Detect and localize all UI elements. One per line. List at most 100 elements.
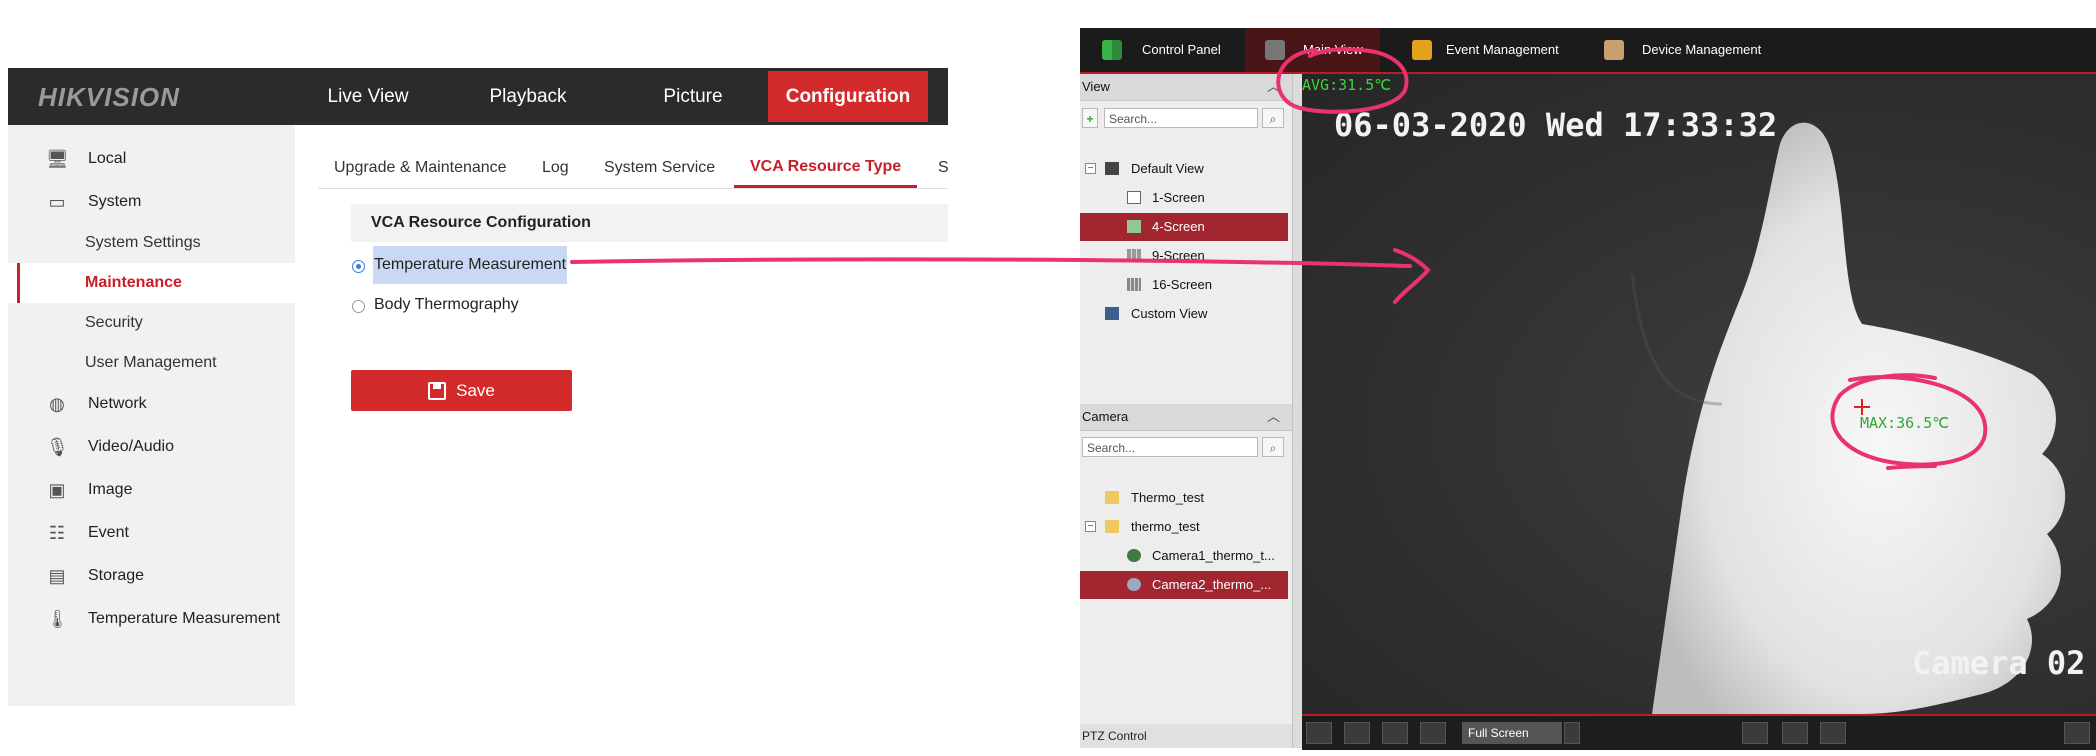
tree-item-label: 9-Screen bbox=[1152, 248, 1205, 263]
sidebar-item-label: System bbox=[88, 193, 142, 210]
control-panel-icon bbox=[1102, 40, 1122, 60]
window-division-icon[interactable] bbox=[1344, 722, 1370, 744]
sidebar-item-label: Network bbox=[88, 395, 147, 412]
nav-playback[interactable]: Playback bbox=[448, 68, 608, 125]
sidebar: 🖥 Local ▭ System System Settings Mainten… bbox=[8, 125, 295, 706]
sidebar-item-maintenance[interactable]: Maintenance bbox=[8, 263, 295, 303]
sidebar-item-label: User Management bbox=[85, 354, 217, 371]
sidebar-item-label: Image bbox=[88, 481, 133, 498]
tree-item-custom-view[interactable]: Custom View bbox=[1080, 300, 1292, 328]
tree-item-4-screen[interactable]: 4-Screen bbox=[1080, 213, 1288, 241]
refresh-icon[interactable] bbox=[1742, 722, 1768, 744]
tree-item-label: 1-Screen bbox=[1152, 190, 1205, 205]
tab-label: Main View bbox=[1303, 42, 1363, 57]
tree-item-camera1[interactable]: Camera1_thermo_t... bbox=[1080, 542, 1292, 570]
sidebar-item-image[interactable]: ▣ Image bbox=[8, 470, 295, 510]
save-button-label: Save bbox=[456, 381, 495, 400]
sidebar-item-label: Security bbox=[85, 314, 143, 331]
ptz-control-header[interactable]: PTZ Control bbox=[1080, 724, 1292, 748]
sidebar-item-label: Temperature Measurement bbox=[88, 610, 281, 627]
section-title-text: VCA Resource Configuration bbox=[371, 214, 591, 231]
stop-all-icon[interactable] bbox=[1382, 722, 1408, 744]
one-screen-icon bbox=[1127, 191, 1141, 204]
tree-item-default-view[interactable]: Default View bbox=[1080, 155, 1292, 183]
tree-item-label: thermo_test bbox=[1131, 519, 1200, 534]
tree-item-16-screen[interactable]: 16-Screen bbox=[1080, 271, 1292, 299]
tree-item-label: Camera2_thermo_... bbox=[1152, 577, 1272, 592]
camera-panel-header[interactable]: Camera ︿ bbox=[1080, 404, 1292, 431]
search-icon[interactable]: ⌕ bbox=[1262, 108, 1284, 128]
folder-icon bbox=[1412, 40, 1432, 60]
tab-label: Device Management bbox=[1642, 42, 1762, 57]
calendar-icon: ☷ bbox=[48, 523, 66, 543]
volume-icon[interactable] bbox=[1420, 722, 1446, 744]
sidebar-item-user-management[interactable]: User Management bbox=[8, 343, 295, 383]
nav-live-view[interactable]: Live View bbox=[298, 68, 438, 125]
collapse-icon[interactable]: ︿ bbox=[1267, 404, 1280, 430]
camera-icon bbox=[1127, 578, 1141, 591]
option-body-thermography-label[interactable]: Body Thermography bbox=[374, 286, 519, 324]
ptz-control-label: PTZ Control bbox=[1082, 729, 1147, 743]
chevron-down-icon[interactable] bbox=[1564, 722, 1580, 744]
sidebar-item-network[interactable]: ◍ Network bbox=[8, 384, 295, 424]
thumbs-up-hand-shape bbox=[1652, 122, 2066, 714]
main-view-icon bbox=[1265, 40, 1285, 60]
sidebar-item-system[interactable]: ▭ System bbox=[8, 182, 295, 222]
hikvision-web-config: HIKVISION Live View Playback Picture Con… bbox=[8, 68, 949, 706]
sidebar-item-label: System Settings bbox=[85, 234, 201, 251]
radio-body-thermography[interactable] bbox=[352, 300, 365, 313]
video-toolbar: Full Screen bbox=[1302, 714, 2096, 750]
tab-main-view[interactable]: Main View bbox=[1245, 28, 1380, 72]
tree-item-thermo-test-group-2[interactable]: thermo_test bbox=[1080, 513, 1292, 541]
background-wire-shape bbox=[1630, 273, 1723, 406]
grid-layout-icon[interactable] bbox=[2064, 722, 2090, 744]
tree-item-thermo-test-group-1[interactable]: Thermo_test bbox=[1080, 484, 1292, 512]
max-temperature-osd: MAX:36.5℃ bbox=[1860, 414, 1950, 432]
tab-device-management[interactable]: Device Management bbox=[1600, 28, 1780, 72]
add-icon[interactable]: + bbox=[1082, 108, 1098, 128]
sidebar-item-temperature-measurement[interactable]: 🌡 Temperature Measurement bbox=[8, 599, 295, 639]
search-icon[interactable]: ⌕ bbox=[1262, 437, 1284, 457]
sidebar-item-security[interactable]: Security bbox=[8, 303, 295, 343]
next-icon[interactable] bbox=[1820, 722, 1846, 744]
option-temperature-measurement-label[interactable]: Temperature Measurement bbox=[373, 246, 567, 284]
sidebar-item-system-settings[interactable]: System Settings bbox=[8, 223, 295, 263]
full-screen-select[interactable]: Full Screen bbox=[1462, 722, 1562, 744]
collapse-icon[interactable]: ︿ bbox=[1267, 74, 1280, 100]
nav-picture[interactable]: Picture bbox=[608, 68, 778, 125]
logo-part-hik: HIK bbox=[38, 82, 86, 112]
camera-search-input[interactable]: Search... bbox=[1082, 437, 1258, 457]
tab-event-management[interactable]: Event Management bbox=[1406, 28, 1576, 72]
save-button[interactable]: Save bbox=[351, 370, 572, 411]
sidebar-item-video-audio[interactable]: 🎙 Video/Audio bbox=[8, 427, 295, 467]
tab-log[interactable]: Log bbox=[542, 148, 569, 188]
tab-vca-resource-type[interactable]: VCA Resource Type bbox=[734, 148, 918, 188]
tab-system-service[interactable]: System Service bbox=[604, 148, 715, 188]
tree-item-9-screen[interactable]: 9-Screen bbox=[1080, 242, 1292, 270]
tree-item-label: Camera1_thermo_t... bbox=[1152, 548, 1275, 563]
tab-control-panel[interactable]: Control Panel bbox=[1100, 28, 1250, 72]
sidebar-item-local[interactable]: 🖥 Local bbox=[8, 139, 295, 179]
nav-configuration[interactable]: Configuration bbox=[768, 71, 928, 122]
avg-temperature-osd: AVG:31.5℃ bbox=[1302, 76, 1392, 94]
radio-temperature-measurement[interactable] bbox=[352, 260, 365, 273]
tab-overflow[interactable]: S bbox=[938, 148, 949, 188]
view-panel-header[interactable]: View ︿ bbox=[1080, 74, 1292, 101]
tree-item-1-screen[interactable]: 1-Screen bbox=[1080, 184, 1292, 212]
view-panel-title: View bbox=[1082, 79, 1110, 94]
previous-icon[interactable] bbox=[1782, 722, 1808, 744]
image-icon: ▣ bbox=[48, 480, 66, 500]
thermal-video-feed[interactable]: AVG:31.5℃ 06-03-2020 Wed 17:33:32 MAX:36… bbox=[1302, 74, 2096, 714]
floppy-disk-icon: ▤ bbox=[48, 566, 66, 586]
layout-icon[interactable] bbox=[1306, 722, 1332, 744]
folder-icon bbox=[1105, 491, 1119, 504]
view-search-input[interactable]: Search... bbox=[1104, 108, 1258, 128]
sidebar-item-label: Maintenance bbox=[85, 274, 182, 291]
top-nav-bar: HIKVISION Live View Playback Picture Con… bbox=[8, 68, 948, 125]
sidebar-item-event[interactable]: ☷ Event bbox=[8, 513, 295, 553]
sidebar-item-storage[interactable]: ▤ Storage bbox=[8, 556, 295, 596]
tab-upgrade-maintenance[interactable]: Upgrade & Maintenance bbox=[334, 148, 507, 188]
globe-icon: ◍ bbox=[49, 394, 65, 414]
thermal-hand-image bbox=[1630, 122, 2066, 714]
tree-item-camera2[interactable]: Camera2_thermo_... bbox=[1080, 571, 1288, 599]
